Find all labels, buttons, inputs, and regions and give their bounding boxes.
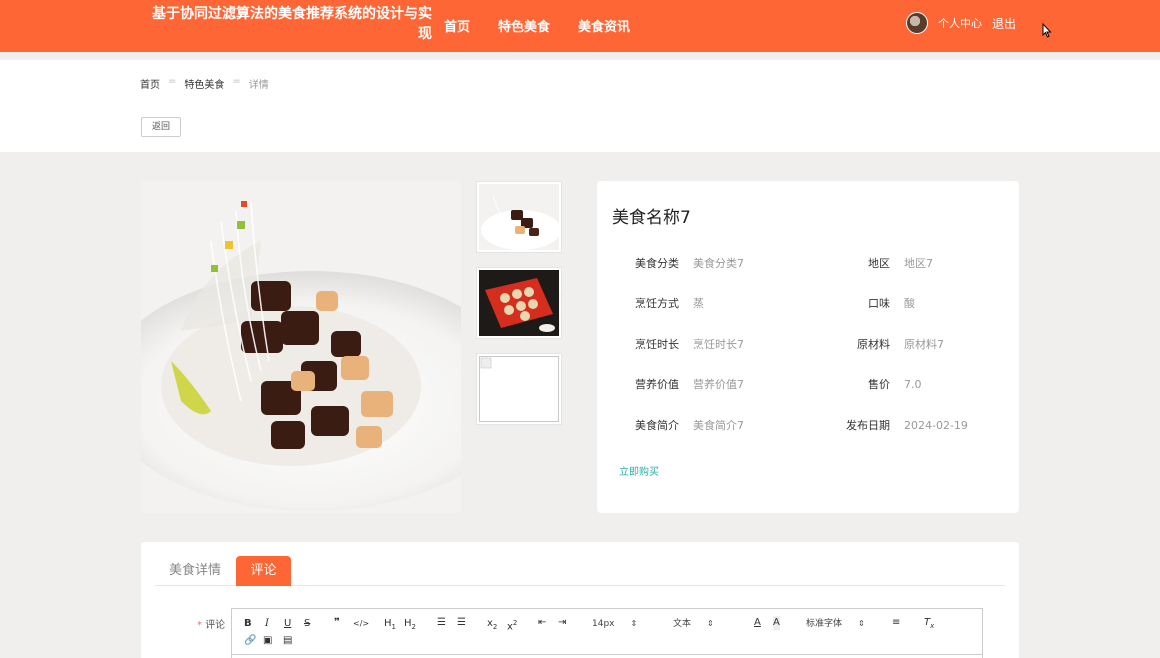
user-area: 个人中心 退出 — [905, 12, 1016, 34]
select-arrow-icon: ⇕ — [858, 619, 865, 628]
background-color-icon[interactable]: A — [773, 616, 780, 630]
field-publish-date: 发布日期 2024-02-19 — [830, 417, 968, 433]
blockquote-icon[interactable]: ❞ — [334, 616, 340, 630]
detail-comment-card: 美食详情 评论 * 评论 B I U S ❞ </> H1 H2 ☰ ☰ x2 … — [141, 542, 1019, 658]
field-value: 营养价值7 — [693, 378, 744, 391]
field-label: 发布日期 — [846, 419, 890, 432]
breadcrumb: 首页 = 特色美食 = 详情 — [140, 76, 269, 91]
field-label: 美食分类 — [635, 257, 679, 270]
field-label: 烹饪时长 — [635, 338, 679, 351]
clear-format-icon[interactable]: Tx — [924, 616, 934, 633]
italic-icon[interactable]: I — [265, 617, 269, 631]
breadcrumb-specialty[interactable]: 特色美食 — [184, 76, 224, 91]
field-label: 美食简介 — [635, 419, 679, 432]
tab-comment[interactable]: 评论 — [236, 556, 291, 586]
mouse-cursor-icon — [1042, 23, 1052, 38]
main-food-image — [141, 181, 461, 513]
field-value: 蒸 — [693, 297, 704, 310]
paragraph-type-value: 文本 — [673, 619, 692, 629]
paragraph-type-select[interactable]: 文本 ⇕ — [673, 617, 714, 631]
subscript-icon[interactable]: x2 — [487, 617, 497, 634]
field-value: 地区7 — [904, 257, 933, 270]
outdent-icon[interactable]: ⇤ — [538, 616, 546, 630]
link-icon[interactable]: 🔗 — [244, 634, 256, 648]
font-family-value: 标准字体 — [806, 619, 843, 629]
nav-specialty-food[interactable]: 特色美食 — [498, 16, 550, 35]
superscript-icon[interactable]: x2 — [507, 616, 517, 634]
font-color-icon[interactable]: A — [754, 616, 761, 630]
align-icon[interactable]: ≡ — [892, 616, 900, 630]
field-label: 原材料 — [857, 338, 890, 351]
broken-image-icon — [479, 356, 559, 422]
main-nav: 首页 特色美食 美食资讯 — [444, 16, 630, 35]
editor-toolbar: B I U S ❞ </> H1 H2 ☰ ☰ x2 x2 ⇤ ⇥ 14px ⇕ … — [232, 609, 982, 655]
code-block-icon[interactable]: </> — [353, 617, 369, 631]
food-info-panel: 美食名称7 美食分类 美食分类7 地区 地区7 烹饪方式蒸 口味酸 烹饪时长 烹饪时长… — [597, 181, 1019, 513]
field-label: 地区 — [868, 257, 890, 270]
select-arrow-icon: ⇕ — [630, 619, 638, 628]
breadcrumb-band: 首页 = 特色美食 = 详情 返回 — [0, 60, 1160, 152]
ordered-list-icon[interactable]: ☰ — [437, 616, 446, 630]
underline-icon[interactable]: U — [284, 617, 291, 631]
back-button[interactable]: 返回 — [141, 117, 181, 137]
breadcrumb-separator: = — [232, 76, 241, 87]
field-label: 烹饪方式 — [635, 297, 679, 310]
avatar[interactable] — [905, 12, 928, 34]
font-size-value: 14px — [592, 619, 615, 629]
field-value: 美食简介7 — [693, 419, 744, 432]
image-icon[interactable]: ▣ — [263, 634, 272, 648]
nav-food-news[interactable]: 美食资讯 — [578, 16, 630, 35]
font-size-select[interactable]: 14px ⇕ — [592, 617, 637, 631]
video-icon[interactable]: ▤ — [283, 634, 292, 648]
required-mark: * — [197, 620, 202, 631]
select-arrow-icon: ⇕ — [707, 619, 714, 628]
field-label: 口味 — [868, 297, 890, 310]
field-taste: 口味 酸 — [830, 295, 915, 311]
tab-food-detail[interactable]: 美食详情 — [169, 556, 221, 586]
rich-text-editor[interactable]: B I U S ❞ </> H1 H2 ☰ ☰ x2 x2 ⇤ ⇥ 14px ⇕ … — [231, 608, 983, 658]
thumbnail-3-broken[interactable] — [476, 353, 562, 425]
tab-bar: 美食详情 评论 — [155, 556, 1005, 586]
comment-label-text: 评论 — [205, 620, 226, 631]
font-family-select[interactable]: 标准字体 ⇕ — [806, 617, 865, 631]
food-thumbnail-image — [479, 184, 561, 250]
logout-link[interactable]: 退出 — [992, 15, 1016, 32]
field-value: 酸 — [904, 297, 915, 310]
field-cooking-method: 烹饪方式 蒸 — [619, 295, 704, 311]
buy-now-link[interactable]: 立即购买 — [619, 463, 659, 478]
breadcrumb-separator: = — [168, 76, 177, 87]
site-title: 基于协同过滤算法的美食推荐系统的设计与实现 — [152, 6, 432, 42]
thumbnail-1[interactable] — [476, 181, 562, 253]
comment-label: * 评论 — [197, 616, 225, 631]
breadcrumb-home[interactable]: 首页 — [140, 76, 160, 91]
field-value: 美食分类7 — [693, 257, 744, 270]
user-center-link[interactable]: 个人中心 — [938, 15, 982, 31]
bold-icon[interactable]: B — [244, 617, 252, 631]
nav-home[interactable]: 首页 — [444, 16, 470, 35]
food-name: 美食名称7 — [612, 208, 691, 228]
field-value: 烹饪时长7 — [693, 338, 744, 351]
heading-1-icon[interactable]: H1 — [384, 617, 396, 634]
heading-2-icon[interactable]: H2 — [404, 617, 416, 634]
food-thumbnail-image — [479, 270, 559, 336]
field-value: 2024-02-19 — [904, 419, 968, 432]
breadcrumb-current: 详情 — [248, 80, 269, 91]
bullet-list-icon[interactable]: ☰ — [457, 616, 466, 630]
strikethrough-icon[interactable]: S — [304, 617, 310, 631]
field-region: 地区 地区7 — [830, 255, 933, 271]
field-price: 售价 7.0 — [830, 376, 922, 392]
field-label: 营养价值 — [635, 378, 679, 391]
field-cooking-time: 烹饪时长 烹饪时长7 — [619, 336, 744, 352]
field-value: 原材料7 — [904, 338, 944, 351]
field-nutrition: 营养价值 营养价值7 — [619, 376, 744, 392]
field-category: 美食分类 美食分类7 — [619, 255, 744, 271]
field-value: 7.0 — [904, 378, 922, 391]
top-header: 基于协同过滤算法的美食推荐系统的设计与实现 首页 特色美食 美食资讯 个人中心 … — [0, 0, 1160, 52]
thumbnail-2[interactable] — [476, 267, 562, 339]
field-intro: 美食简介 美食简介7 — [619, 417, 744, 433]
field-label: 售价 — [868, 378, 890, 391]
indent-icon[interactable]: ⇥ — [558, 616, 566, 630]
field-ingredients: 原材料 原材料7 — [830, 336, 944, 352]
